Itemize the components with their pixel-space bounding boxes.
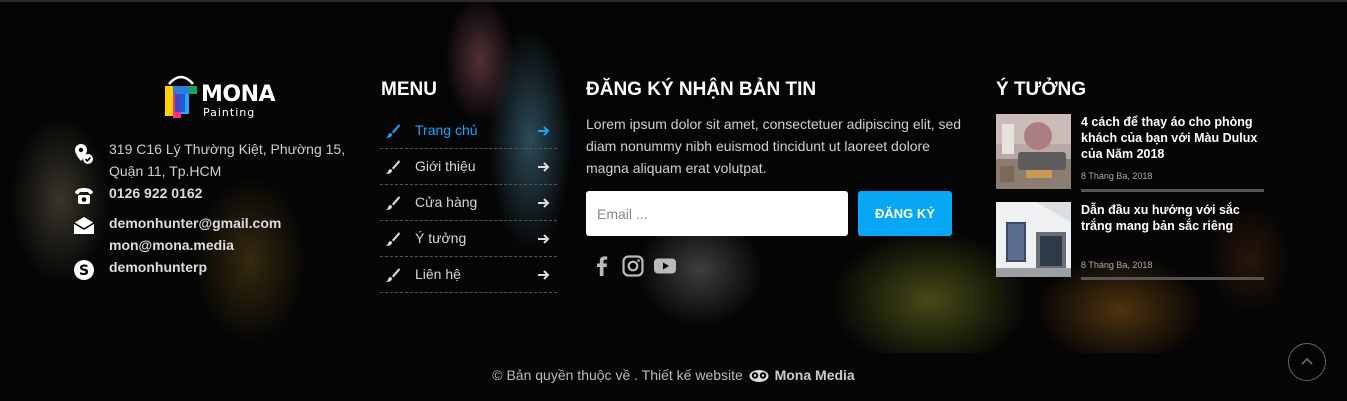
post-thumbnail[interactable]	[996, 202, 1071, 277]
newsletter-title: ĐĂNG KÝ NHẬN BẢN TIN	[586, 79, 817, 100]
telephone-icon	[75, 188, 93, 204]
mona-media-link[interactable]: Mona Media	[775, 367, 855, 383]
skype-icon: S	[74, 260, 94, 280]
back-to-top-button[interactable]	[1288, 343, 1326, 381]
blog-post[interactable]: Dẫn đầu xu hướng với sắc trắng mang bản …	[996, 202, 1264, 280]
svg-text:S: S	[79, 263, 89, 279]
paintbrush-icon	[386, 160, 400, 174]
copyright-label: © Bản quyền thuộc về . Thiết kế website	[492, 367, 743, 383]
arrow-right-icon	[538, 162, 550, 172]
menu-item-label: Ý tưởng	[415, 230, 467, 246]
paintbrush-icon	[386, 232, 400, 246]
skype-id[interactable]: demonhunterp	[109, 256, 207, 278]
newsletter-description: Lorem ipsum dolor sit amet, consectetuer…	[586, 116, 962, 176]
paint-bucket-logo-icon	[165, 75, 197, 118]
menu-title: MENU	[381, 79, 437, 100]
arrow-right-icon	[538, 270, 550, 280]
menu-item-label: Trang chủ	[415, 122, 478, 138]
ideas-title: Ý TƯỞNG	[996, 79, 1087, 100]
site-logo[interactable]: MONA Painting	[163, 72, 276, 122]
post-date: 8 Tháng Ba, 2018	[1081, 260, 1153, 270]
post-divider	[1081, 189, 1264, 192]
post-thumbnail[interactable]	[996, 114, 1071, 189]
logo-text: MONA	[201, 82, 276, 107]
youtube-icon[interactable]	[653, 254, 677, 278]
blog-post[interactable]: 4 cách để thay áo cho phòng khách của bạ…	[996, 114, 1264, 192]
subscribe-button[interactable]: ĐĂNG KÝ	[858, 191, 952, 236]
paintbrush-icon	[386, 268, 400, 282]
copyright-text: © Bản quyền thuộc về . Thiết kế website …	[0, 367, 1347, 383]
owl-logo-icon	[749, 370, 769, 382]
phone-number[interactable]: 0126 922 0162	[109, 182, 202, 204]
menu-item-y-tuong[interactable]: Ý tưởng	[380, 221, 557, 257]
email-link-1[interactable]: demonhunter@gmail.com	[109, 212, 281, 234]
menu-item-cua-hang[interactable]: Cửa hàng	[380, 185, 557, 221]
instagram-icon[interactable]	[621, 254, 645, 278]
menu-item-gioi-thieu[interactable]: Giới thiệu	[380, 149, 557, 185]
copyright-bar: © Bản quyền thuộc về . Thiết kế website …	[0, 343, 1347, 401]
logo-subtitle: Painting	[203, 106, 256, 119]
email-link-2[interactable]: mon@mona.media	[109, 234, 234, 256]
location-pin-icon	[75, 144, 93, 164]
menu-item-lien-he[interactable]: Liên hệ	[380, 257, 557, 293]
chevron-up-icon	[1301, 357, 1313, 365]
facebook-icon[interactable]	[590, 254, 614, 278]
post-date: 8 Tháng Ba, 2018	[1081, 171, 1153, 181]
address-line-1: 319 C16 Lý Thường Kiệt, Phường 15,	[109, 141, 346, 157]
menu-item-label: Giới thiệu	[415, 158, 476, 174]
menu-item-label: Liên hệ	[415, 266, 461, 282]
paintbrush-icon	[386, 196, 400, 210]
footer-menu: Trang chủ Giới thiệu Cửa hàng Ý tưởng Li…	[380, 113, 557, 293]
paintbrush-icon	[386, 124, 400, 138]
post-divider	[1081, 277, 1264, 280]
arrow-right-icon	[538, 234, 550, 244]
living-room-image	[996, 114, 1071, 189]
top-divider	[0, 0, 1347, 2]
post-title[interactable]: 4 cách để thay áo cho phòng khách của bạ…	[1081, 114, 1264, 162]
white-house-image	[996, 202, 1071, 277]
arrow-right-icon	[538, 126, 550, 136]
menu-item-label: Cửa hàng	[415, 194, 478, 210]
post-title[interactable]: Dẫn đầu xu hướng với sắc trắng mang bản …	[1081, 202, 1264, 234]
envelope-icon	[73, 217, 95, 234]
menu-item-trang-chu[interactable]: Trang chủ	[380, 113, 557, 149]
arrow-right-icon	[538, 198, 550, 208]
footer: MONA Painting 319 C16 Lý Thường Kiệt, Ph…	[0, 0, 1347, 353]
address-line-2: Quận 11, Tp.HCM	[109, 163, 222, 179]
email-input[interactable]	[586, 191, 848, 236]
